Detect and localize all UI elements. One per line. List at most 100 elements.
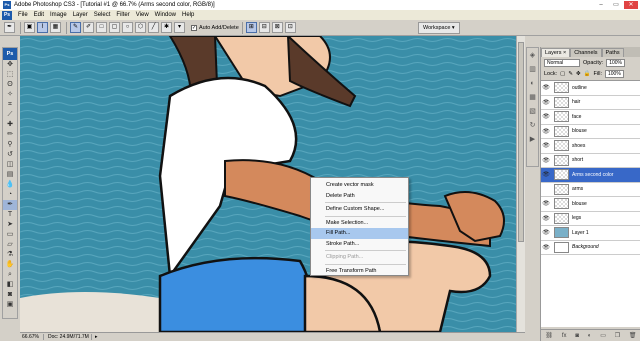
layer-row-blouse-2[interactable]: 👁 blouse <box>541 197 640 212</box>
histogram-panel-icon[interactable]: ▥ <box>527 64 538 76</box>
brush-tool-icon[interactable]: ✏ <box>3 130 17 140</box>
freeform-pen-icon[interactable]: ✐ <box>83 22 94 33</box>
layer-row-arms[interactable]: arms <box>541 183 640 197</box>
minimize-button[interactable]: – <box>594 1 608 9</box>
layer-row-legs[interactable]: 👁 legs <box>541 212 640 226</box>
lasso-tool-icon[interactable]: ʘ <box>3 80 17 90</box>
visibility-eye-icon[interactable]: 👁 <box>541 200 551 207</box>
tab-paths[interactable]: Paths <box>601 48 624 57</box>
menu-view[interactable]: View <box>133 12 152 18</box>
menu-item-delete-path[interactable]: Delete Path <box>311 191 408 202</box>
opacity-input[interactable]: 100% <box>606 58 625 67</box>
layer-row-hair[interactable]: 👁 hair <box>541 96 640 110</box>
menu-select[interactable]: Select <box>91 12 114 18</box>
quick-mask-icon[interactable]: ◙ <box>3 290 17 300</box>
layer-row-layer-1[interactable]: 👁 Layer 1 <box>541 226 640 241</box>
layer-row-short[interactable]: 👁 short <box>541 154 640 168</box>
menu-item-define-custom-shape[interactable]: Define Custom Shape... <box>311 204 408 215</box>
menu-item-stroke-path[interactable]: Stroke Path... <box>311 239 408 250</box>
mask-icon[interactable]: ◙ <box>575 333 579 339</box>
menu-file[interactable]: File <box>15 12 31 18</box>
shape-tool-icon[interactable]: ▭ <box>3 230 17 240</box>
dodge-tool-icon[interactable]: ◔ <box>3 190 17 200</box>
restore-button[interactable]: ▭ <box>609 1 623 9</box>
zoom-tool-icon[interactable]: ⌕ <box>3 270 17 280</box>
swatches-panel-icon[interactable]: ▦ <box>527 92 538 104</box>
lock-pixels-icon[interactable]: ✎ <box>568 71 573 77</box>
visibility-eye-icon[interactable]: 👁 <box>541 142 551 149</box>
auto-add-delete-checkbox[interactable]: ✓ Auto Add/Delete <box>191 24 239 31</box>
close-button[interactable]: ✕ <box>624 1 638 9</box>
menu-filter[interactable]: Filter <box>113 12 132 18</box>
vertical-scrollbar[interactable] <box>516 36 525 332</box>
gradient-tool-icon[interactable]: ▤ <box>3 170 17 180</box>
polygon-icon[interactable]: ⬡ <box>135 22 146 33</box>
blur-tool-icon[interactable]: 💧 <box>3 180 17 190</box>
styles-panel-icon[interactable]: ▧ <box>527 106 538 118</box>
geometry-options-icon[interactable]: ▾ <box>174 22 185 33</box>
visibility-eye-icon[interactable]: 👁 <box>541 171 551 178</box>
eyedropper-icon[interactable]: ⚗ <box>3 250 17 260</box>
menu-window[interactable]: Window <box>152 12 179 18</box>
ps-menu-icon[interactable]: Ps <box>2 10 12 20</box>
menu-image[interactable]: Image <box>47 12 70 18</box>
visibility-eye-icon[interactable]: 👁 <box>541 244 551 251</box>
layer-row-blouse[interactable]: 👁 blouse <box>541 125 640 139</box>
menu-item-free-transform-path[interactable]: Free Transform Path <box>311 266 408 277</box>
lock-position-icon[interactable]: ✥ <box>576 71 581 77</box>
menu-edit[interactable]: Edit <box>31 12 47 18</box>
new-layer-icon[interactable]: ❐ <box>615 332 620 339</box>
marquee-tool-icon[interactable]: ⬚ <box>3 70 17 80</box>
layer-row-outline[interactable]: 👁 outline <box>541 81 640 96</box>
screen-mode-icon[interactable]: ▣ <box>3 300 17 310</box>
menu-item-fill-path[interactable]: Fill Path... <box>311 228 408 239</box>
link-icon[interactable]: ⛓ <box>545 332 553 339</box>
tab-channels[interactable]: Channels <box>570 48 602 57</box>
crop-tool-icon[interactable]: ⌗ <box>3 100 17 110</box>
shape-layers-icon[interactable]: ▣ <box>24 22 35 33</box>
magic-wand-icon[interactable]: ✧ <box>3 90 17 100</box>
fx-icon[interactable]: fx <box>562 333 567 339</box>
scrollbar-thumb[interactable] <box>518 42 524 242</box>
tab-layers[interactable]: Layers × <box>541 48 571 57</box>
menu-help[interactable]: Help <box>179 12 197 18</box>
pen-tool-preset-icon[interactable]: ✒ <box>4 22 15 33</box>
color-panel-icon[interactable]: ◐ <box>527 78 538 90</box>
visibility-eye-icon[interactable]: 👁 <box>541 84 551 91</box>
visibility-eye-icon[interactable]: 👁 <box>541 113 551 120</box>
rectangle-shape-icon[interactable]: □ <box>96 22 107 33</box>
history-panel-icon[interactable]: ↻ <box>527 120 538 132</box>
checkbox-check-icon[interactable]: ✓ <box>191 24 197 31</box>
menu-item-make-selection[interactable]: Make Selection... <box>311 218 408 229</box>
healing-brush-icon[interactable]: ✚ <box>3 120 17 130</box>
add-to-path-icon[interactable]: ⊞ <box>245 22 257 33</box>
trash-icon[interactable]: 🗑 <box>629 332 637 339</box>
menu-item-create-vector-mask[interactable]: Create vector mask <box>311 180 408 191</box>
path-select-icon[interactable]: ➤ <box>3 220 17 230</box>
fill-input[interactable]: 100% <box>605 69 624 78</box>
pen-tool-icon[interactable]: ✒ <box>3 200 17 210</box>
workspace-button[interactable]: Workspace ▾ <box>418 22 460 34</box>
fill-pixels-icon[interactable]: ▦ <box>50 22 61 33</box>
visibility-eye-icon[interactable]: 👁 <box>541 215 551 222</box>
hand-tool-icon[interactable]: ✋ <box>3 260 17 270</box>
paths-mode-icon[interactable]: ⌇ <box>37 22 48 33</box>
navigator-panel-icon[interactable]: ◈ <box>527 50 538 62</box>
adjustment-icon[interactable]: ◐ <box>588 333 592 339</box>
clone-stamp-icon[interactable]: ⚲ <box>3 140 17 150</box>
subtract-path-icon[interactable]: ⊟ <box>258 22 270 33</box>
visibility-eye-icon[interactable]: 👁 <box>541 99 551 106</box>
move-tool-icon[interactable]: ✥ <box>3 60 17 70</box>
slice-tool-icon[interactable]: ⟋ <box>3 110 17 120</box>
lock-transparency-icon[interactable]: ▢ <box>560 71 565 77</box>
zoom-level[interactable]: 66.67% <box>20 334 44 340</box>
intersect-path-icon[interactable]: ⊠ <box>271 22 283 33</box>
line-icon[interactable]: ╱ <box>148 22 159 33</box>
pen-icon[interactable]: ✎ <box>70 22 81 33</box>
layer-row-face[interactable]: 👁 face <box>541 110 640 125</box>
menu-layer[interactable]: Layer <box>70 12 91 18</box>
status-menu-arrow-icon[interactable]: ▸ <box>92 334 101 340</box>
visibility-eye-icon[interactable]: 👁 <box>541 229 551 236</box>
notes-tool-icon[interactable]: ▱ <box>3 240 17 250</box>
layer-row-background[interactable]: 👁 Background <box>541 241 640 255</box>
